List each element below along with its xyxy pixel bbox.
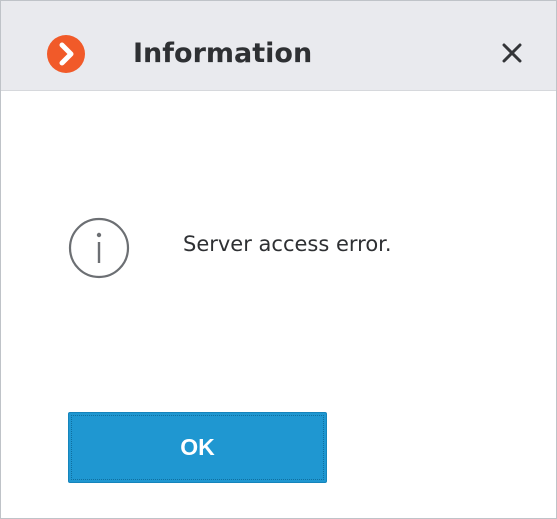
info-icon bbox=[68, 217, 130, 279]
ok-button[interactable]: OK bbox=[68, 412, 327, 483]
dialog-title: Information bbox=[133, 38, 313, 69]
dialog-title-bar: Information bbox=[1, 1, 556, 91]
information-dialog: Information Server access error. OK bbox=[0, 0, 557, 519]
error-message: Server access error. bbox=[183, 232, 392, 256]
close-icon bbox=[502, 43, 522, 63]
close-button[interactable] bbox=[495, 36, 529, 70]
app-logo-icon bbox=[47, 35, 85, 73]
